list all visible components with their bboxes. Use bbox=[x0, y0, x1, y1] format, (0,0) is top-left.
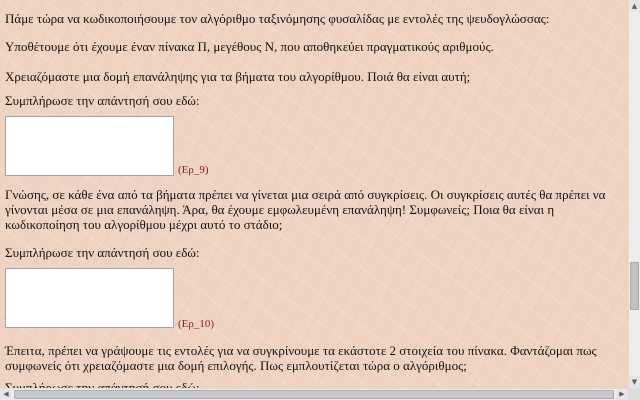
next-step-text: Έπειτα, πρέπει να γράψουμε τις εντολές γ… bbox=[5, 343, 597, 373]
arrow-left-icon[interactable]: ◀ bbox=[0, 389, 12, 400]
arrow-up-icon[interactable]: ▲ bbox=[629, 0, 640, 12]
page-content: Πάμε τώρα να κωδικοποιήσουμε τον αλγόριθ… bbox=[0, 0, 628, 388]
vertical-scrollbar[interactable]: ▲ ▼ bbox=[628, 0, 640, 388]
arrow-right-icon[interactable]: ▶ bbox=[616, 389, 628, 400]
answer-2-prompt: Συμπλήρωσε την απάντησή σου εδώ: bbox=[5, 245, 200, 260]
arrow-down-icon[interactable]: ▼ bbox=[629, 376, 640, 388]
answer-1-textarea[interactable] bbox=[5, 116, 174, 176]
explanation-text: Γνώσης, σε κάθε ένα από τα βήματα πρέπει… bbox=[5, 187, 606, 232]
scrollbar-corner bbox=[628, 388, 640, 400]
horizontal-scrollbar[interactable]: ◀ ▶ bbox=[0, 388, 628, 400]
question-1-text: Χρειαζόμαστε μια δομή επανάληψης για τα … bbox=[5, 69, 471, 84]
answer-2-textarea[interactable] bbox=[5, 268, 174, 328]
question-1-reference: (Ερ_9) bbox=[178, 164, 209, 176]
answer-3-prompt: Συμπλήρωσε την απάντησή σου εδώ: bbox=[5, 380, 200, 388]
horizontal-scroll-thumb[interactable] bbox=[14, 390, 614, 399]
assumption-text: Υποθέτουμε ότι έχουμε έναν πίνακα Π, μεγ… bbox=[5, 39, 494, 54]
question-2-reference: (Ερ_10) bbox=[178, 318, 215, 330]
intro-text: Πάμε τώρα να κωδικοποιήσουμε τον αλγόριθ… bbox=[5, 11, 550, 26]
vertical-scroll-thumb[interactable] bbox=[630, 262, 639, 310]
answer-1-prompt: Συμπλήρωσε την απάντησή σου εδώ: bbox=[5, 93, 200, 108]
